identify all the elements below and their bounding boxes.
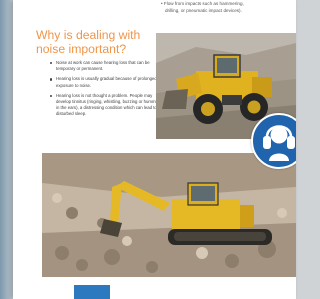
document-page: • Flow from impacts such as hammering, d…: [13, 0, 296, 299]
bullet-item: Hearing loss is usually gradual because …: [50, 76, 162, 88]
bullet-item: Hearing loss is not thought a problem. P…: [50, 93, 162, 118]
ear-protection-icon: [251, 113, 296, 169]
top-bullet-line-2: drilling, or pneumatic impact devices).: [165, 7, 242, 13]
excavator-photo: [42, 153, 296, 277]
section-heading: Why is dealing with noise important?: [36, 28, 141, 56]
document-left-edge: [0, 0, 13, 299]
page-number-tab: [74, 285, 110, 299]
top-bullet-line-1: • Flow from impacts such as hammering,: [161, 1, 244, 6]
noise-bullet-list: Noise at work can cause hearing loss tha…: [50, 60, 162, 122]
bullet-item: Noise at work can cause hearing loss tha…: [50, 60, 162, 72]
top-bullet-continuation: • Flow from impacts such as hammering, d…: [161, 1, 296, 15]
